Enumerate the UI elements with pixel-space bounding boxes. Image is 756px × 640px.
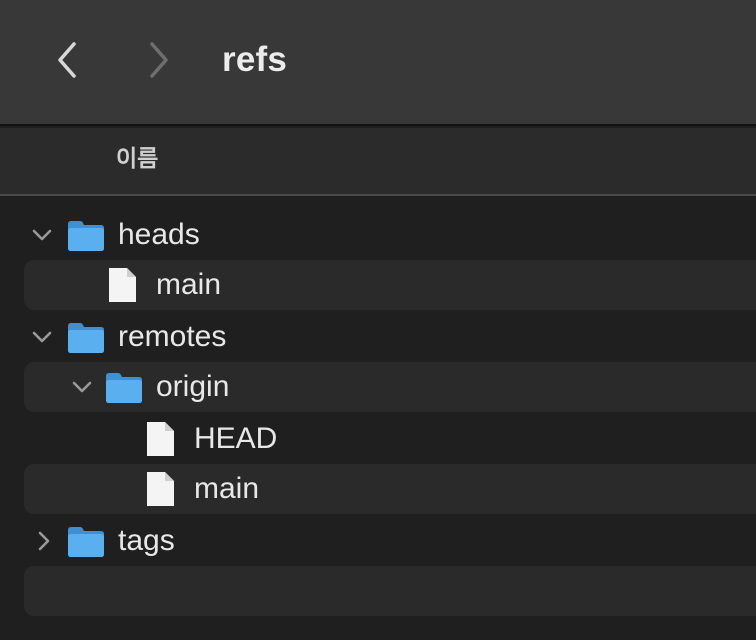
item-label: main bbox=[194, 472, 260, 505]
chevron-right-icon[interactable] bbox=[32, 529, 56, 553]
document-icon bbox=[147, 472, 174, 506]
toolbar: refs bbox=[0, 0, 756, 126]
item-label: remotes bbox=[118, 320, 227, 353]
folder-icon bbox=[68, 527, 104, 557]
file-list: heads main remotes origin HEAD main tags bbox=[0, 196, 756, 640]
list-item-head[interactable]: HEAD bbox=[24, 414, 756, 464]
item-label: main bbox=[156, 268, 222, 301]
folder-icon bbox=[68, 221, 104, 251]
window-title: refs bbox=[222, 40, 288, 79]
document-icon bbox=[109, 268, 136, 302]
document-icon bbox=[147, 422, 174, 456]
item-label: heads bbox=[118, 218, 200, 251]
column-header: 이름 bbox=[0, 128, 756, 196]
list-item-origin[interactable]: origin bbox=[24, 362, 756, 412]
forward-button[interactable] bbox=[138, 38, 178, 82]
list-item-main[interactable]: main bbox=[24, 260, 756, 310]
folder-icon bbox=[106, 373, 142, 403]
list-item-remotes[interactable]: remotes bbox=[24, 312, 756, 362]
chevron-down-icon[interactable] bbox=[30, 223, 54, 247]
chevron-right-icon bbox=[150, 42, 168, 78]
list-item-tags[interactable]: tags bbox=[24, 516, 756, 566]
folder-icon bbox=[68, 323, 104, 353]
item-label: HEAD bbox=[194, 422, 278, 455]
item-label: origin bbox=[156, 370, 230, 403]
finder-window: refs 이름 heads main remotes origin HEAD m… bbox=[0, 0, 756, 640]
list-item-heads[interactable]: heads bbox=[24, 210, 756, 260]
chevron-down-icon[interactable] bbox=[30, 325, 54, 349]
empty-row bbox=[24, 566, 756, 616]
back-button[interactable] bbox=[48, 38, 88, 82]
chevron-down-icon[interactable] bbox=[70, 375, 94, 399]
list-item-main[interactable]: main bbox=[24, 464, 756, 514]
chevron-left-icon bbox=[58, 42, 76, 78]
item-label: tags bbox=[118, 524, 175, 557]
name-column-header[interactable]: 이름 bbox=[116, 144, 158, 174]
